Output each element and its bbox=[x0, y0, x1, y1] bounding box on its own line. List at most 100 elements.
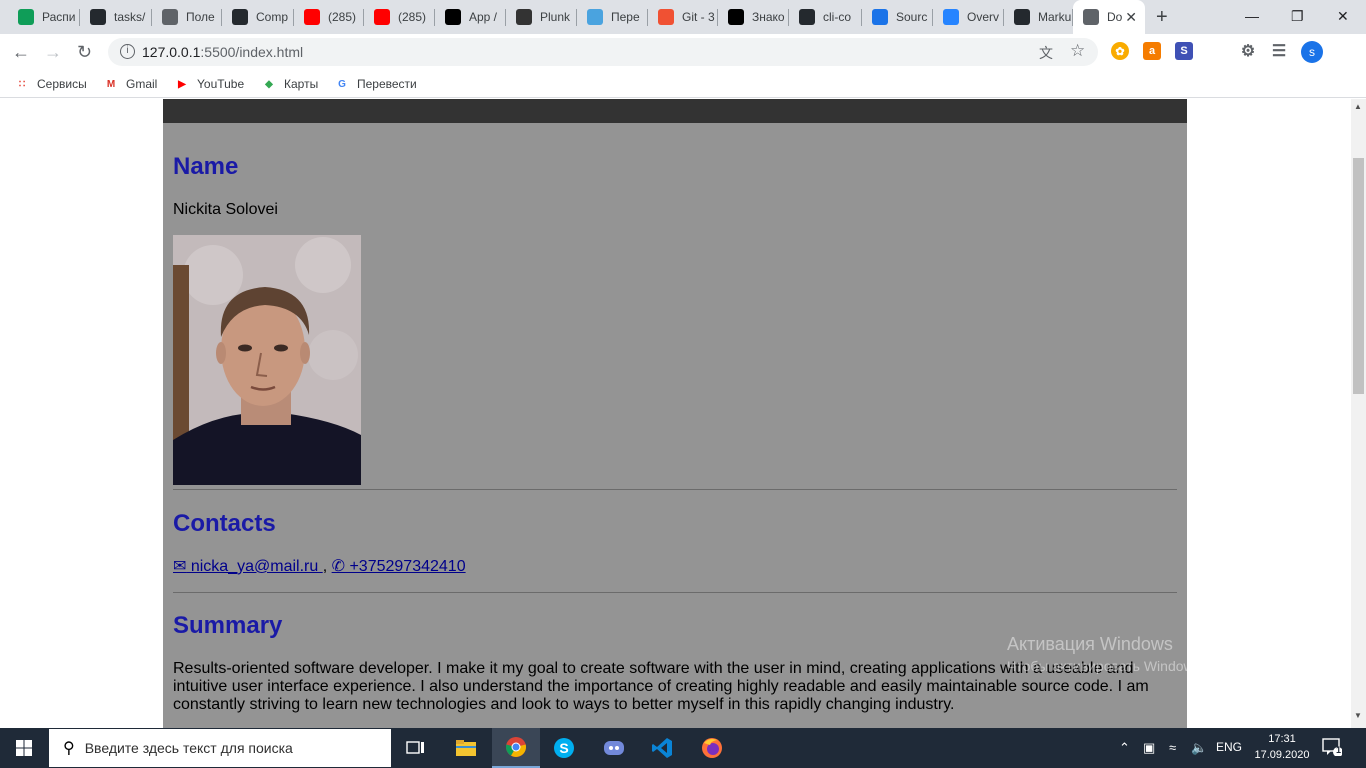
extension-bag-icon[interactable]: a bbox=[1143, 42, 1161, 60]
browser-tab[interactable]: Plunk bbox=[506, 0, 577, 34]
tab-title: Распи bbox=[42, 10, 76, 24]
extension-s-icon[interactable]: S bbox=[1175, 42, 1193, 60]
scroll-up-icon[interactable]: ▲ bbox=[1354, 102, 1362, 111]
discord-icon[interactable] bbox=[590, 728, 638, 768]
start-button[interactable] bbox=[0, 728, 48, 768]
notification-center-icon[interactable]: 1 bbox=[1322, 738, 1344, 758]
tray-monitor-icon[interactable]: ▣ bbox=[1143, 740, 1155, 756]
email-link[interactable]: ✉ nicka_ya@mail.ru bbox=[173, 558, 323, 575]
reload-icon[interactable]: ↻ bbox=[77, 42, 92, 62]
firefox-icon[interactable] bbox=[688, 728, 736, 768]
tab-title: Plunk bbox=[540, 10, 571, 24]
site-info-icon[interactable]: i bbox=[120, 44, 135, 59]
system-clock[interactable]: 17:31 17.09.2020 bbox=[1254, 731, 1310, 763]
scrollbar-thumb[interactable] bbox=[1353, 158, 1364, 394]
tab-title: Do bbox=[1107, 10, 1123, 24]
browser-tab[interactable]: tasks/ bbox=[80, 0, 152, 34]
restore-icon[interactable]: ❐ bbox=[1291, 6, 1304, 26]
url-text[interactable]: 127.0.0.1:5500/index.html bbox=[142, 44, 303, 60]
bookmark-star-icon[interactable]: ☆ bbox=[1070, 41, 1085, 61]
bookmark-item[interactable]: M Gmail bbox=[103, 76, 158, 92]
minimize-icon[interactable]: — bbox=[1245, 6, 1259, 26]
phone-link[interactable]: ✆ +375297342410 bbox=[332, 558, 466, 575]
volume-icon[interactable]: 🔈 bbox=[1191, 740, 1207, 756]
windows-logo-icon bbox=[16, 740, 32, 756]
maps-icon: ◆ bbox=[265, 78, 273, 90]
taskbar-search[interactable]: ⚲ Введите здесь текст для поиска bbox=[49, 729, 391, 767]
browser-tab[interactable]: (285) bbox=[294, 0, 364, 34]
browser-tab[interactable]: Распи bbox=[8, 0, 80, 34]
scroll-down-icon[interactable]: ▼ bbox=[1354, 711, 1362, 720]
language-indicator[interactable]: ENG bbox=[1216, 740, 1242, 754]
name-heading: Name bbox=[173, 153, 239, 180]
wifi-icon[interactable]: ≈ bbox=[1169, 740, 1176, 755]
media-control-icon[interactable]: ☰ bbox=[1270, 42, 1288, 60]
tab-title: Comp bbox=[256, 10, 289, 24]
section-divider bbox=[173, 592, 1177, 593]
extension-flower-icon[interactable]: ✿ bbox=[1111, 42, 1129, 60]
bookmark-item[interactable]: ▶ YouTube bbox=[174, 76, 244, 92]
tab-title: Overv bbox=[967, 10, 1000, 24]
envelope-icon: ✉ bbox=[173, 558, 187, 575]
browser-tab[interactable]: Поле bbox=[152, 0, 222, 34]
bookmark-item[interactable]: ◆ Карты bbox=[261, 76, 318, 92]
tab-title: App / bbox=[469, 10, 498, 24]
tray-chevron-icon[interactable]: ⌃ bbox=[1119, 740, 1130, 756]
url-host: 127.0.0.1 bbox=[142, 44, 201, 60]
profile-avatar[interactable]: s bbox=[1301, 41, 1323, 63]
new-tab-button[interactable]: + bbox=[1156, 7, 1168, 27]
skype-icon[interactable]: S bbox=[540, 728, 588, 768]
medium-icon bbox=[728, 9, 744, 25]
browser-tab[interactable]: Comp bbox=[222, 0, 294, 34]
github-icon bbox=[232, 9, 248, 25]
github-icon bbox=[799, 9, 815, 25]
tab-title: Знако bbox=[752, 10, 785, 24]
contacts-line: ✉ nicka_ya@mail.ru , ✆ +375297342410 bbox=[173, 558, 466, 576]
git-icon bbox=[658, 9, 674, 25]
sheets-icon bbox=[18, 9, 34, 25]
chrome-taskbar-icon[interactable] bbox=[492, 728, 540, 768]
file-explorer-icon[interactable] bbox=[442, 728, 490, 768]
browser-tab[interactable]: Знако bbox=[718, 0, 789, 34]
vscode-icon[interactable] bbox=[638, 728, 686, 768]
browser-tab[interactable]: Sourc bbox=[862, 0, 933, 34]
back-icon[interactable]: ← bbox=[12, 42, 30, 62]
address-bar[interactable]: i 127.0.0.1:5500/index.html 文 ☆ bbox=[108, 38, 1098, 66]
translate-page-icon[interactable]: 文 bbox=[1039, 43, 1053, 63]
bookmark-label: Карты bbox=[284, 77, 319, 91]
location-icon bbox=[872, 9, 888, 25]
youtube-icon bbox=[374, 9, 390, 25]
rs-icon bbox=[445, 9, 461, 25]
tab-title: Поле bbox=[186, 10, 215, 24]
browser-tab[interactable]: Do ✕ bbox=[1073, 0, 1145, 34]
bitbucket-icon bbox=[943, 9, 959, 25]
phone-icon: ✆ bbox=[331, 558, 346, 575]
email-text: nicka_ya@mail.ru bbox=[186, 558, 323, 575]
bookmark-item[interactable]: G Перевести bbox=[334, 76, 417, 92]
close-tab-icon[interactable]: ✕ bbox=[1125, 9, 1137, 25]
task-view-icon[interactable] bbox=[392, 728, 440, 768]
windows-activation-hint: Чтобы активировать Windows, перейдите в bbox=[1007, 658, 1289, 674]
browser-tab[interactable]: Пере bbox=[577, 0, 648, 34]
tab-title: Sourc bbox=[896, 10, 928, 24]
tab-title: tasks/ bbox=[114, 10, 146, 24]
bookmark-item[interactable]: ∷ Сервисы bbox=[14, 76, 87, 92]
browser-tab[interactable]: (285) bbox=[364, 0, 435, 34]
tab-title: (285) bbox=[398, 10, 427, 24]
page-scrollbar[interactable]: ▲ ▼ bbox=[1351, 99, 1366, 728]
download-icon bbox=[516, 9, 532, 25]
bookmark-label: Сервисы bbox=[37, 77, 87, 91]
summary-line: intuitive user interface experience. I a… bbox=[173, 678, 1149, 695]
forward-icon[interactable]: → bbox=[44, 42, 62, 62]
notification-count: 1 bbox=[1336, 745, 1342, 755]
summary-line: Results-oriented software developer. I m… bbox=[173, 660, 1134, 677]
extensions-puzzle-icon[interactable]: ⚙ bbox=[1239, 42, 1257, 60]
bookmark-label: Перевести bbox=[357, 77, 417, 91]
browser-tab[interactable]: Marku bbox=[1004, 0, 1073, 34]
browser-tab[interactable]: App / bbox=[435, 0, 506, 34]
browser-tab[interactable]: cli-co bbox=[789, 0, 862, 34]
browser-tab[interactable]: Overv bbox=[933, 0, 1004, 34]
browser-tab[interactable]: Git - 3 bbox=[648, 0, 718, 34]
url-path: :5500/index.html bbox=[200, 44, 304, 60]
close-window-icon[interactable]: ✕ bbox=[1337, 6, 1349, 26]
